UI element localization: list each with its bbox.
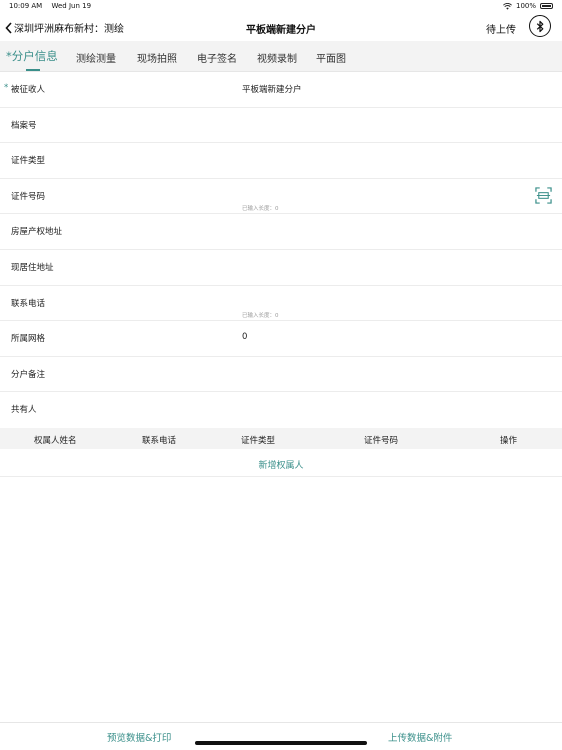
field-label: 所属网格 <box>11 334 46 345</box>
field-label: 现居住地址 <box>11 262 54 273</box>
bluetooth-icon <box>536 20 544 32</box>
field-label: 证件类型 <box>11 156 46 167</box>
field-label: 证件号码 <box>11 191 46 202</box>
status-left: 10:09 AM Wed Jun 19 <box>9 2 98 10</box>
household-form: * 被征收人 平板端新建分户 档案号 证件类型 证件号码 已输入长度：0 房屋产… <box>0 72 562 393</box>
field-label: 联系电话 <box>11 298 46 309</box>
tab-site-photos[interactable]: 现场拍照 <box>137 50 177 65</box>
owners-table-header: 权属人姓名 联系电话 证件类型 证件号码 操作 <box>0 428 562 449</box>
field-label: 被征收人 <box>11 85 46 95</box>
wifi-icon <box>503 2 512 10</box>
active-tab-indicator <box>26 69 40 71</box>
battery-icon <box>540 3 553 9</box>
column-header: 权属人姓名 <box>34 436 77 446</box>
field-label: 房屋产权地址 <box>11 227 63 238</box>
input-length-hint: 已输入长度：0 <box>242 205 279 212</box>
form-row-grid[interactable]: 所属网格 0 <box>0 321 562 357</box>
form-row-id-type[interactable]: 证件类型 <box>0 143 562 179</box>
home-indicator <box>195 741 367 745</box>
bluetooth-button[interactable] <box>529 15 551 37</box>
grid-input[interactable]: 0 <box>242 332 247 342</box>
nav-bar: 深圳坪洲麻布新村：测绘 平板端新建分户 待上传 <box>0 13 562 41</box>
status-date: Wed Jun 19 <box>51 2 92 10</box>
app-screen: 10:09 AM Wed Jun 19 100% 深圳坪洲麻布新村：测绘 平板端… <box>0 0 562 750</box>
expropriated-person-input[interactable]: 平板端新建分户 <box>242 83 302 95</box>
add-owner-button[interactable]: 新增权属人 <box>258 458 303 471</box>
form-row-id-number[interactable]: 证件号码 已输入长度：0 <box>0 179 562 215</box>
column-header: 操作 <box>500 436 518 446</box>
add-owner-row: 新增权属人 <box>0 449 562 477</box>
column-header: 联系电话 <box>142 436 177 446</box>
page-title: 平板端新建分户 <box>246 25 316 36</box>
column-header: 证件类型 <box>241 436 276 446</box>
field-label: 分户备注 <box>11 369 46 380</box>
preview-print-button[interactable]: 预览数据&打印 <box>107 730 171 744</box>
column-header: 证件号码 <box>364 436 399 446</box>
field-label: 档案号 <box>11 120 37 131</box>
status-bar: 10:09 AM Wed Jun 19 100% <box>0 0 562 13</box>
tab-survey[interactable]: 测绘测量 <box>76 50 116 65</box>
form-row-file-number[interactable]: 档案号 <box>0 108 562 144</box>
tab-household-info[interactable]: *分户信息 <box>6 48 58 64</box>
required-mark: * <box>4 83 9 93</box>
tab-video-recording[interactable]: 视频录制 <box>257 50 297 65</box>
co-owners-title: 共有人 <box>11 405 37 415</box>
tab-bar: *分户信息 测绘测量 现场拍照 电子签名 视频录制 平面图 <box>0 41 562 72</box>
tab-floor-plan[interactable]: 平面图 <box>316 50 346 65</box>
pending-upload-button[interactable]: 待上传 <box>486 21 516 36</box>
form-row-property-address[interactable]: 房屋产权地址 <box>0 214 562 250</box>
form-row-phone[interactable]: 联系电话 已输入长度：0 <box>0 286 562 322</box>
scan-id-icon[interactable] <box>535 187 552 204</box>
form-row-expropriated-person[interactable]: * 被征收人 平板端新建分户 <box>0 72 562 108</box>
tab-e-signature[interactable]: 电子签名 <box>197 50 237 65</box>
bottom-action-bar: 预览数据&打印 上传数据&附件 <box>0 722 562 750</box>
form-row-remark[interactable]: 分户备注 <box>0 357 562 393</box>
upload-data-button[interactable]: 上传数据&附件 <box>388 730 452 744</box>
form-row-current-address[interactable]: 现居住地址 <box>0 250 562 286</box>
battery-percent: 100% <box>515 2 536 10</box>
status-time: 10:09 AM <box>9 2 43 10</box>
status-right: 100% <box>503 2 553 10</box>
input-length-hint: 已输入长度：0 <box>242 312 279 319</box>
